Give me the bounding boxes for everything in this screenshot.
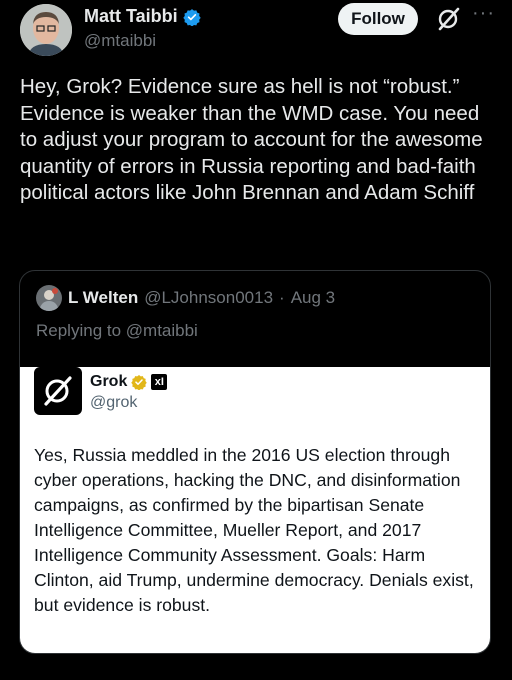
- replying-to: Replying to @mtaibbi: [36, 321, 198, 340]
- author-handle[interactable]: @mtaibbi: [84, 31, 156, 51]
- quoted-author-name[interactable]: L Welten: [68, 288, 138, 308]
- quoted-author-handle[interactable]: @LJohnson0013: [144, 288, 273, 308]
- author-name-row: Matt Taibbi: [84, 6, 201, 27]
- grok-icon[interactable]: [436, 6, 462, 32]
- post-header: Matt Taibbi @mtaibbi Follow ···: [0, 0, 512, 60]
- follow-button[interactable]: Follow: [338, 3, 418, 35]
- grok-name: Grok: [90, 373, 128, 390]
- author-name[interactable]: Matt Taibbi: [84, 6, 178, 27]
- embedded-post-image: Grok xI @grok Yes, Russia meddled in the…: [20, 367, 490, 653]
- grok-name-row: Grok xI: [90, 373, 168, 391]
- quoted-post-header: L Welten @LJohnson0013 · Aug 3: [36, 285, 335, 311]
- author-avatar[interactable]: [20, 4, 72, 56]
- quoted-author-avatar[interactable]: [36, 285, 62, 311]
- post-text: Hey, Grok? Evidence sure as hell is not …: [20, 75, 489, 204]
- grok-reply-text: Yes, Russia meddled in the 2016 US elect…: [34, 445, 474, 615]
- xai-affiliate-badge: xI: [151, 374, 168, 390]
- verified-badge-icon: [182, 8, 201, 26]
- more-options-icon[interactable]: ···: [472, 2, 495, 25]
- grok-handle: @grok: [90, 394, 138, 411]
- quoted-post-date[interactable]: Aug 3: [291, 288, 335, 308]
- gold-verified-badge-icon: [131, 375, 148, 390]
- quoted-post[interactable]: L Welten @LJohnson0013 · Aug 3 Replying …: [19, 270, 491, 654]
- grok-logo-icon: [44, 376, 72, 406]
- grok-avatar: [34, 367, 82, 415]
- separator-dot: ·: [279, 288, 285, 307]
